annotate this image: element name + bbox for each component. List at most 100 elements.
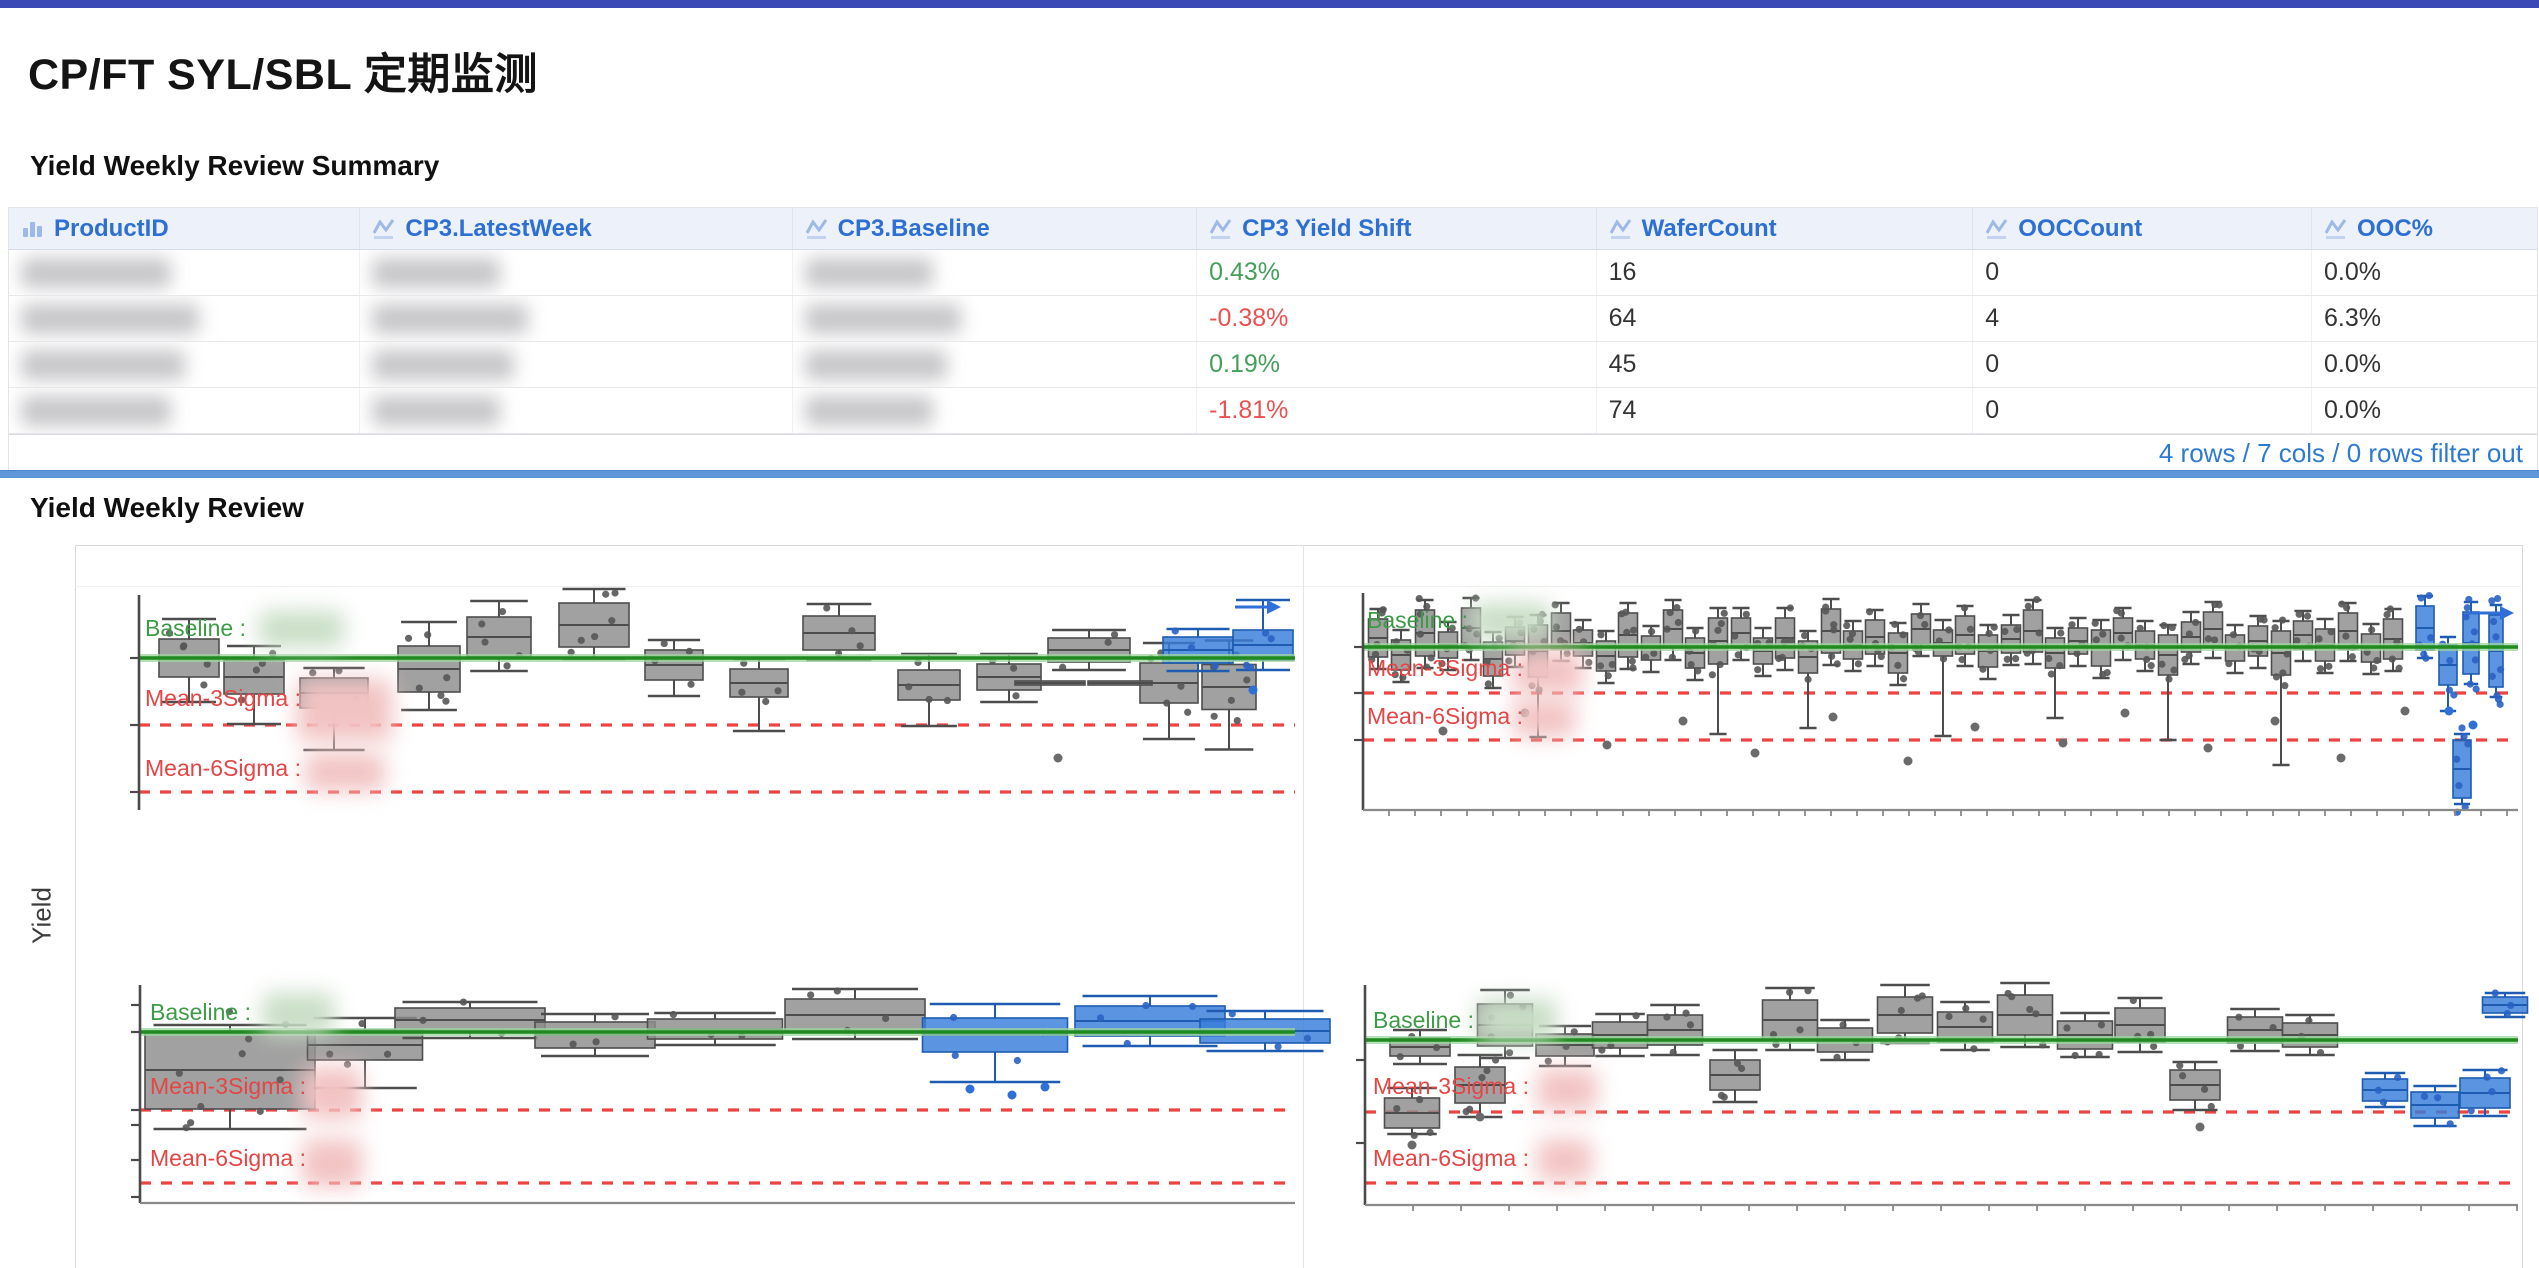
redacted-value xyxy=(805,258,933,288)
column-header-label: CP3 Yield Shift xyxy=(1242,215,1411,243)
column-header-ooccount[interactable]: OOCCount xyxy=(1973,208,2312,249)
mean-3sigma-redacted-value xyxy=(297,679,392,741)
cell-value: 0.0% xyxy=(2324,396,2381,425)
mean-6sigma-redacted-value xyxy=(302,1139,362,1187)
mean-6sigma-label: Mean-6Sigma : xyxy=(1373,1145,1529,1172)
column-header-label: CP3.LatestWeek xyxy=(405,215,591,243)
redacted-cell xyxy=(360,250,792,295)
column-header-productid[interactable]: ProductID xyxy=(9,208,360,249)
boxplot-panel-product-1-top-left[interactable]: Baseline :Mean-3Sigma :Mean-6Sigma : xyxy=(139,595,1295,810)
boxplot-panel-product-4-bottom-right[interactable]: Baseline : Mean-3Sigma : Mean-6Sigma : xyxy=(1365,985,2518,1205)
line-chart-icon xyxy=(1609,218,1633,240)
redacted-cell xyxy=(360,388,792,433)
mean-6sigma-label: Mean-6Sigma : xyxy=(150,1145,306,1172)
column-header-label: OOCCount xyxy=(2018,215,2142,243)
section-divider xyxy=(0,470,2539,478)
redacted-value xyxy=(21,350,185,380)
page-title: CP/FT SYL/SBL 定期监测 xyxy=(28,40,538,102)
redacted-cell xyxy=(793,250,1197,295)
panel-top-line xyxy=(75,586,2521,587)
cell-value: 6.3% xyxy=(2324,304,2381,333)
chart-column-divider xyxy=(1303,545,1304,1268)
dashboard-root: CP/FT SYL/SBL 定期监测 Yield Weekly Review S… xyxy=(0,0,2539,1268)
table-row[interactable]: -0.38% 64 4 6.3% xyxy=(9,296,2537,342)
table-header-row: ProductID CP3.LatestWeek CP3.Baseline CP3 Y… xyxy=(9,208,2537,250)
redacted-value xyxy=(372,304,528,334)
summary-section-heading: Yield Weekly Review Summary xyxy=(30,150,439,182)
redacted-value xyxy=(21,304,199,334)
baseline-label: Baseline : xyxy=(150,999,251,1026)
review-section-heading: Yield Weekly Review xyxy=(30,492,304,524)
column-header-label: ProductID xyxy=(54,215,169,243)
redacted-value xyxy=(805,304,961,334)
table-row-count[interactable]: 4 rows / 7 cols / 0 rows filter out xyxy=(2159,438,2523,469)
cell-value: 45 xyxy=(1609,350,1637,379)
redacted-cell xyxy=(9,388,360,433)
baseline-label: Baseline : xyxy=(1373,1007,1474,1034)
redacted-cell xyxy=(9,342,360,387)
top-accent-bar xyxy=(0,0,2539,8)
cell-value: 64 xyxy=(1609,304,1637,333)
redacted-value xyxy=(372,396,500,426)
line-chart-icon xyxy=(2324,218,2348,240)
redacted-value xyxy=(21,258,171,288)
redacted-value xyxy=(372,350,514,380)
summary-table: ProductID CP3.LatestWeek CP3.Baseline CP3 Y… xyxy=(8,207,2538,471)
line-chart-icon xyxy=(372,218,396,240)
mean-6sigma-redacted-value xyxy=(305,753,385,791)
cell-value: 4 xyxy=(1985,304,1999,333)
baseline-redacted-value xyxy=(1471,603,1551,639)
column-header-ooc[interactable]: OOC% xyxy=(2312,208,2537,249)
table-row[interactable]: 0.19% 45 0 0.0% xyxy=(9,342,2537,388)
cell-value: 0.19% xyxy=(1209,350,1280,379)
cell-value: 0 xyxy=(1985,396,1999,425)
line-chart-icon xyxy=(1985,218,2009,240)
boxplot-panel-product-3-bottom-left[interactable]: Baseline : Mean-3Sigma : Mean-6Sigma : xyxy=(140,985,1295,1203)
redacted-value xyxy=(21,396,171,426)
baseline-redacted-value xyxy=(259,611,344,647)
line-chart-icon xyxy=(805,218,829,240)
mean-6sigma-label: Mean-6Sigma : xyxy=(145,755,301,782)
cell-value: -1.81% xyxy=(1209,396,1288,425)
baseline-redacted-value xyxy=(1477,999,1557,1041)
mean-3sigma-redacted-value xyxy=(302,1067,362,1119)
mean-3sigma-label: Mean-3Sigma : xyxy=(150,1073,306,1100)
mean-3sigma-label: Mean-3Sigma : xyxy=(145,685,301,712)
redacted-value xyxy=(805,396,933,426)
column-header-cp3-baseline[interactable]: CP3.Baseline xyxy=(793,208,1197,249)
bar-chart-icon xyxy=(21,218,45,240)
redacted-cell xyxy=(793,342,1197,387)
mean-3sigma-redacted-value xyxy=(1513,651,1583,693)
cell-value: 0.43% xyxy=(1209,258,1280,287)
table-row[interactable]: 0.43%1600.0% xyxy=(9,250,2537,296)
redacted-cell xyxy=(9,250,360,295)
column-header-label: WaferCount xyxy=(1642,215,1777,243)
redacted-cell xyxy=(793,296,1197,341)
column-header-cp3-latestweek[interactable]: CP3.LatestWeek xyxy=(360,208,792,249)
line-chart-icon xyxy=(1209,218,1233,240)
boxplot-panel-product-2-top-right[interactable]: Baseline :Mean-3Sigma :Mean-6Sigma : xyxy=(1363,593,2518,810)
column-header-wafercount[interactable]: WaferCount xyxy=(1597,208,1974,249)
y-axis-label: Yield xyxy=(27,856,58,976)
table-row[interactable]: -1.81% 74 0 0.0% xyxy=(9,388,2537,434)
cell-value: -0.38% xyxy=(1209,304,1288,333)
cell-value: 0.0% xyxy=(2324,350,2381,379)
column-header-label: OOC% xyxy=(2357,215,2433,243)
column-header-label: CP3.Baseline xyxy=(838,215,990,243)
column-header-cp3-yield-shift[interactable]: CP3 Yield Shift xyxy=(1197,208,1596,249)
table-footer: 4 rows / 7 cols / 0 rows filter out xyxy=(9,434,2537,471)
cell-value: 0 xyxy=(1985,350,1999,379)
cell-value: 0 xyxy=(1985,258,1999,287)
baseline-redacted-value xyxy=(262,993,334,1035)
redacted-cell xyxy=(360,296,792,341)
cell-value: 74 xyxy=(1609,396,1637,425)
mean-3sigma-label: Mean-3Sigma : xyxy=(1373,1073,1529,1100)
redacted-value xyxy=(805,350,947,380)
cell-value: 0.0% xyxy=(2324,258,2381,287)
mean-3sigma-label: Mean-3Sigma : xyxy=(1367,655,1523,682)
redacted-cell xyxy=(793,388,1197,433)
mean-6sigma-redacted-value xyxy=(1537,1139,1592,1181)
redacted-cell xyxy=(9,296,360,341)
redacted-value xyxy=(372,258,500,288)
redacted-cell xyxy=(360,342,792,387)
